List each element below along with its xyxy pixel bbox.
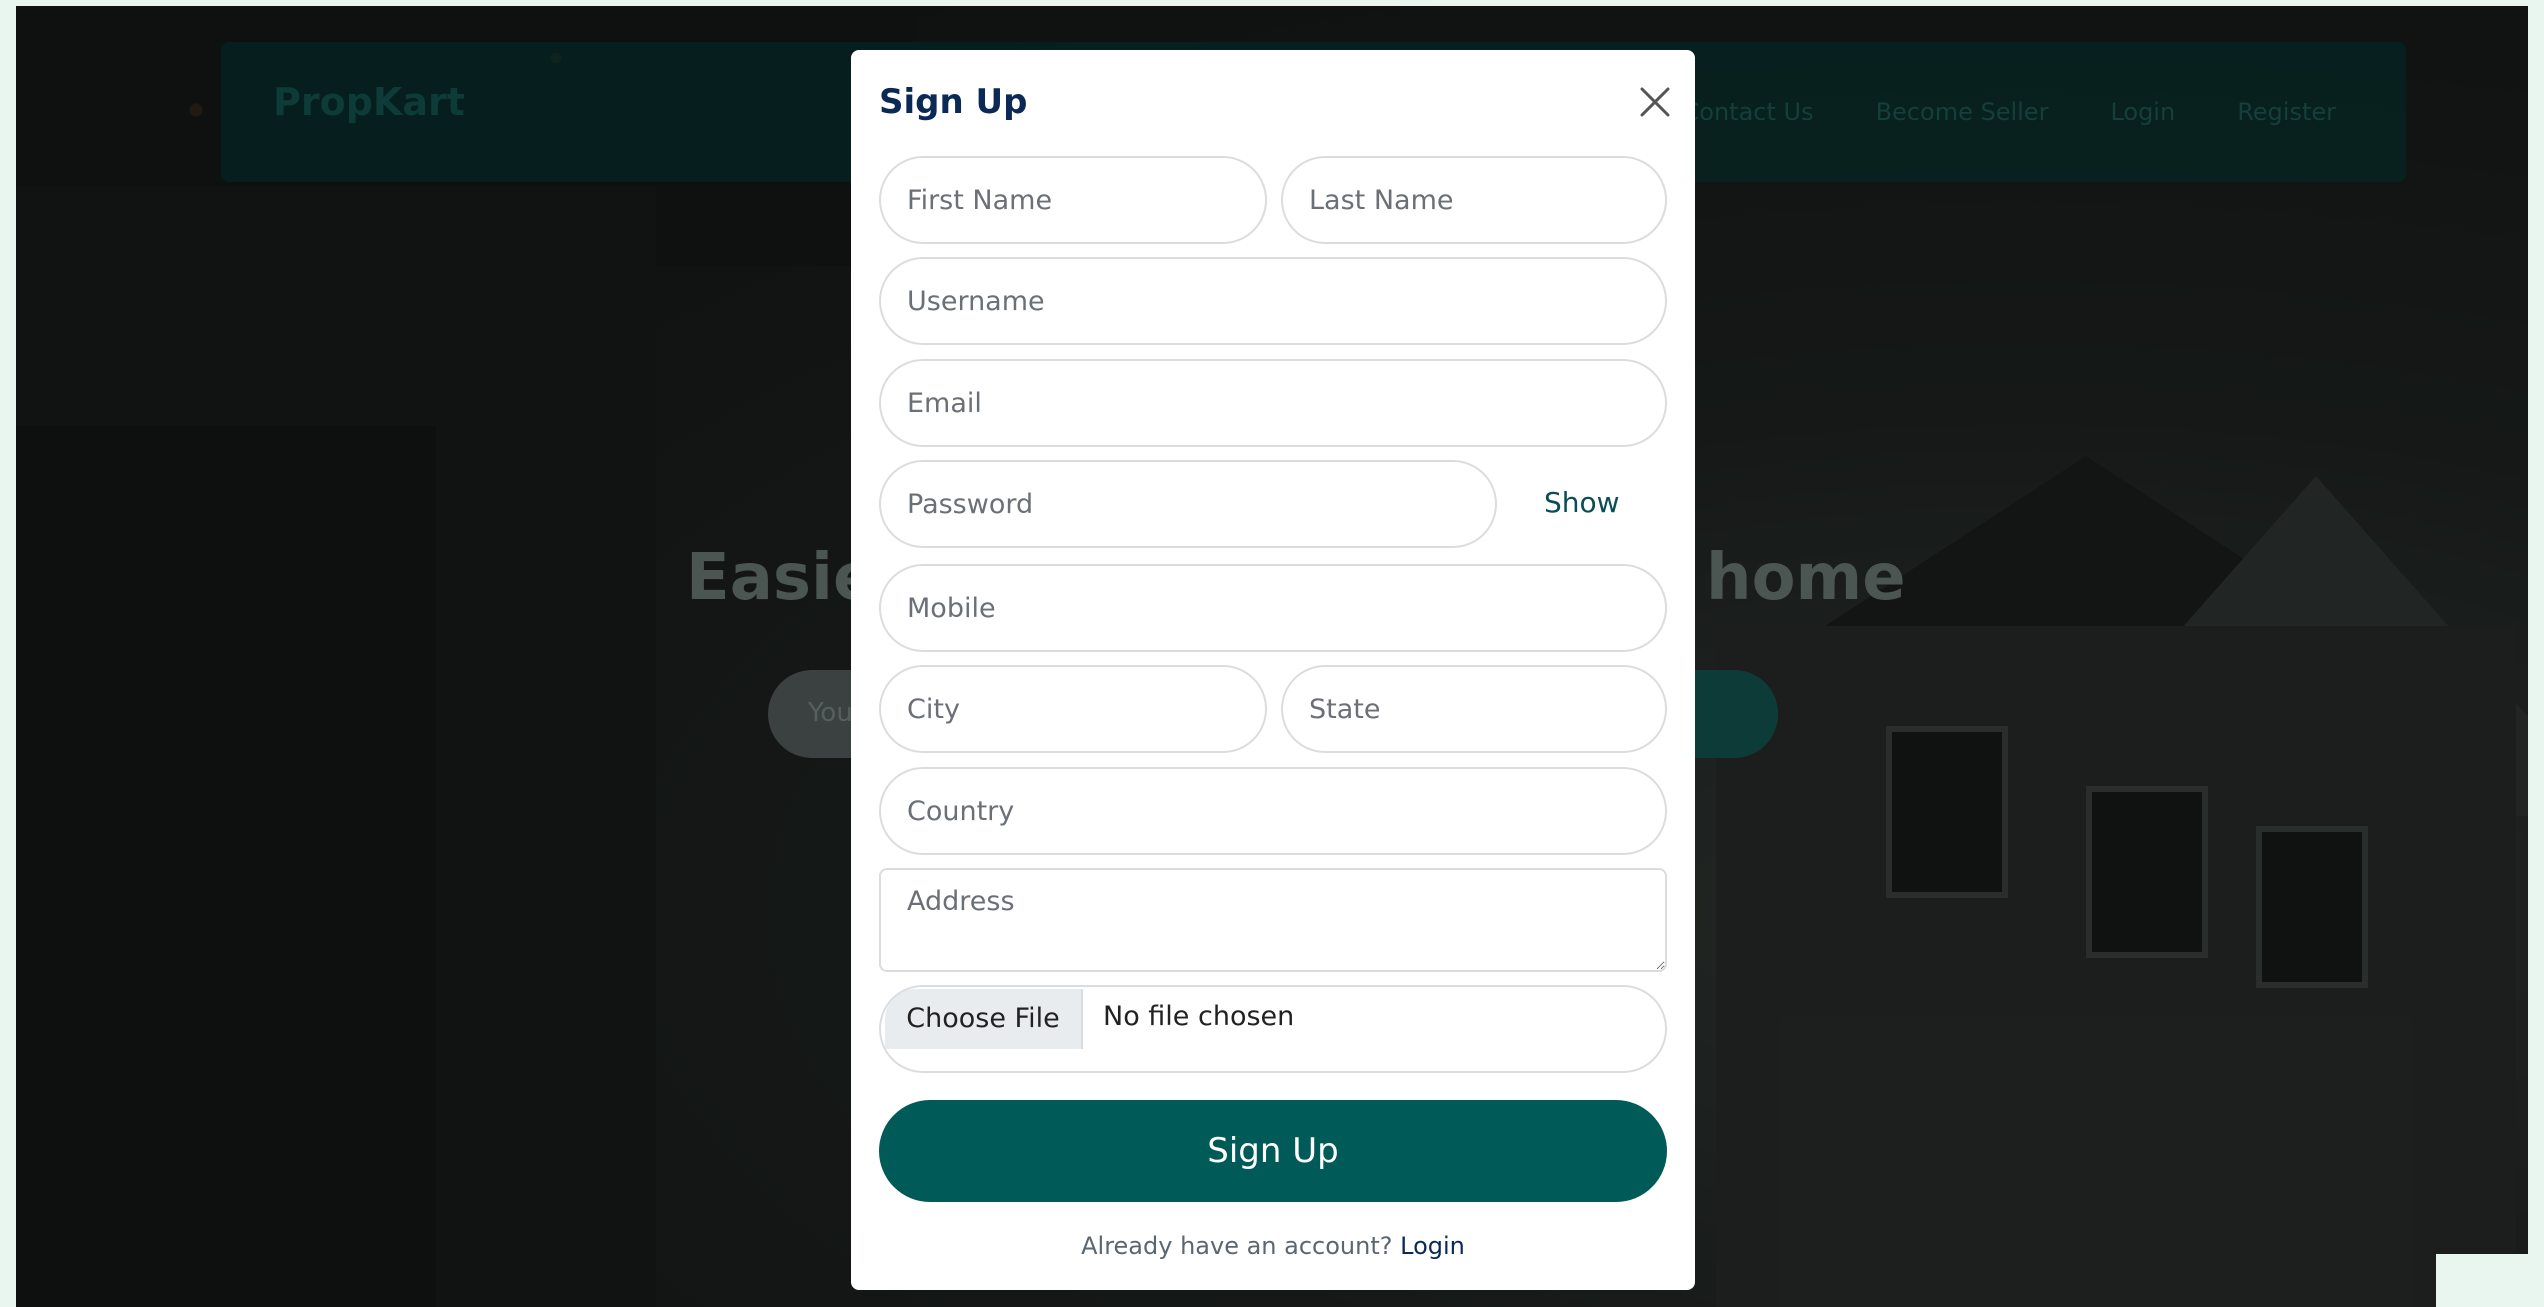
nav-register[interactable]: Register [2237,98,2336,126]
hero-title-end: home [1706,541,1906,615]
login-prompt: Already have an account? Login [851,1232,1695,1260]
corner-widget [2436,1254,2544,1307]
show-password-toggle[interactable]: Show [1544,486,1620,519]
first-name-input[interactable] [879,156,1267,244]
brand-logo[interactable]: PropKart [273,80,465,124]
close-icon[interactable] [1637,84,1673,120]
password-input[interactable] [879,460,1497,548]
last-name-input[interactable] [1281,156,1667,244]
login-prompt-text: Already have an account? [1081,1232,1393,1260]
nav-become-seller[interactable]: Become Seller [1876,98,2049,126]
modal-title: Sign Up [879,82,1028,122]
sign-up-button[interactable]: Sign Up [879,1100,1667,1202]
login-link[interactable]: Login [1400,1232,1465,1260]
profile-file-input[interactable]: Choose File No file chosen [879,985,1667,1073]
email-input[interactable] [879,359,1667,447]
mobile-input[interactable] [879,564,1667,652]
country-input[interactable] [879,767,1667,855]
nav-contact-us[interactable]: Contact Us [1683,98,1814,126]
username-input[interactable] [879,257,1667,345]
nav-links: Contact Us Become Seller Login Register [1683,98,2337,126]
file-status-text: No file chosen [1103,1001,1295,1032]
address-textarea[interactable] [879,868,1667,972]
signup-modal: Sign Up Show Choose File No file chosen … [851,50,1695,1290]
city-input[interactable] [879,665,1267,753]
nav-login[interactable]: Login [2110,98,2175,126]
state-input[interactable] [1281,665,1667,753]
choose-file-button[interactable]: Choose File [885,989,1083,1049]
